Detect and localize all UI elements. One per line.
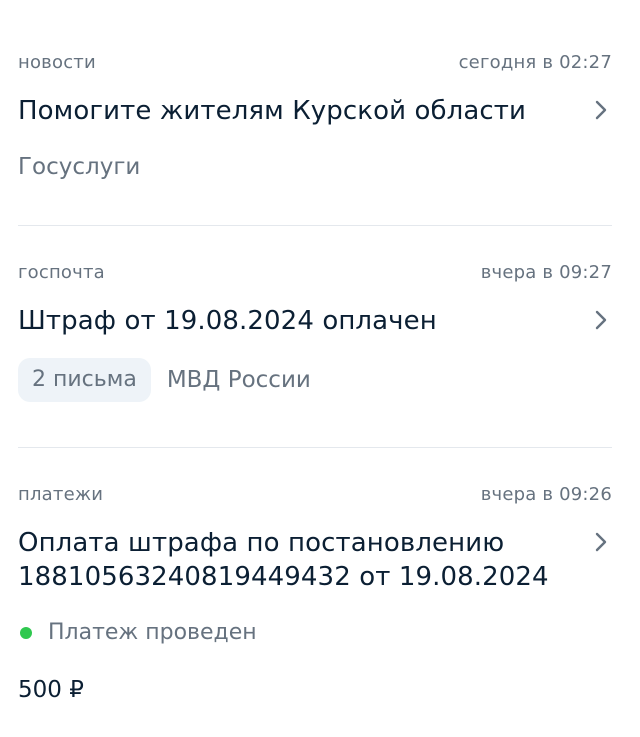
notification-time: сегодня в 02:27 — [458, 52, 612, 73]
payment-status: Платеж проведен — [18, 620, 612, 645]
chevron-right-icon[interactable] — [592, 98, 610, 122]
notification-meta: платежи вчера в 09:26 — [18, 484, 612, 512]
notification-source: МВД России — [166, 367, 311, 393]
notifications-feed: новости сегодня в 02:27 Помогите жителям… — [0, 0, 640, 737]
notification-category: платежи — [18, 484, 104, 505]
notification-tags-row: 2 письма МВД России — [18, 358, 612, 402]
notification-category: новости — [18, 52, 96, 73]
notification-card-news[interactable]: новости сегодня в 02:27 Помогите жителям… — [18, 52, 612, 180]
divider — [18, 447, 612, 448]
status-dot-icon — [20, 626, 32, 639]
notification-title: Помогите жителям Курской области — [18, 96, 526, 126]
payment-status-label: Платеж проведен — [48, 620, 257, 645]
notification-card-mail[interactable]: госпочта вчера в 09:27 Штраф от 19.08.20… — [18, 262, 612, 402]
notification-title: Оплата штрафа по постановлению 188105632… — [18, 526, 578, 594]
chevron-right-icon[interactable] — [592, 308, 610, 332]
chevron-right-icon[interactable] — [592, 530, 610, 554]
notification-title-line: Оплата штрафа по постановлению — [18, 528, 505, 558]
notification-meta: госпочта вчера в 09:27 — [18, 262, 612, 290]
payment-amount: 500 ₽ — [18, 677, 84, 703]
notification-time: вчера в 09:27 — [480, 262, 612, 283]
notification-card-payment[interactable]: платежи вчера в 09:26 Оплата штрафа по п… — [18, 484, 612, 703]
divider — [18, 225, 612, 226]
notification-title-row[interactable]: Помогите жителям Курской области — [18, 94, 612, 128]
notification-meta: новости сегодня в 02:27 — [18, 52, 612, 80]
notification-title-row[interactable]: Оплата штрафа по постановлению 188105632… — [18, 526, 612, 594]
notification-source: Госуслуги — [18, 154, 141, 180]
letters-count-badge: 2 письма — [18, 358, 151, 402]
notification-title: Штраф от 19.08.2024 оплачен — [18, 306, 437, 336]
notification-title-line: 18810563240819449432 от 19.08.2024 — [18, 562, 549, 592]
notification-time: вчера в 09:26 — [480, 484, 612, 505]
notification-category: госпочта — [18, 262, 105, 283]
notification-title-row[interactable]: Штраф от 19.08.2024 оплачен — [18, 304, 612, 338]
